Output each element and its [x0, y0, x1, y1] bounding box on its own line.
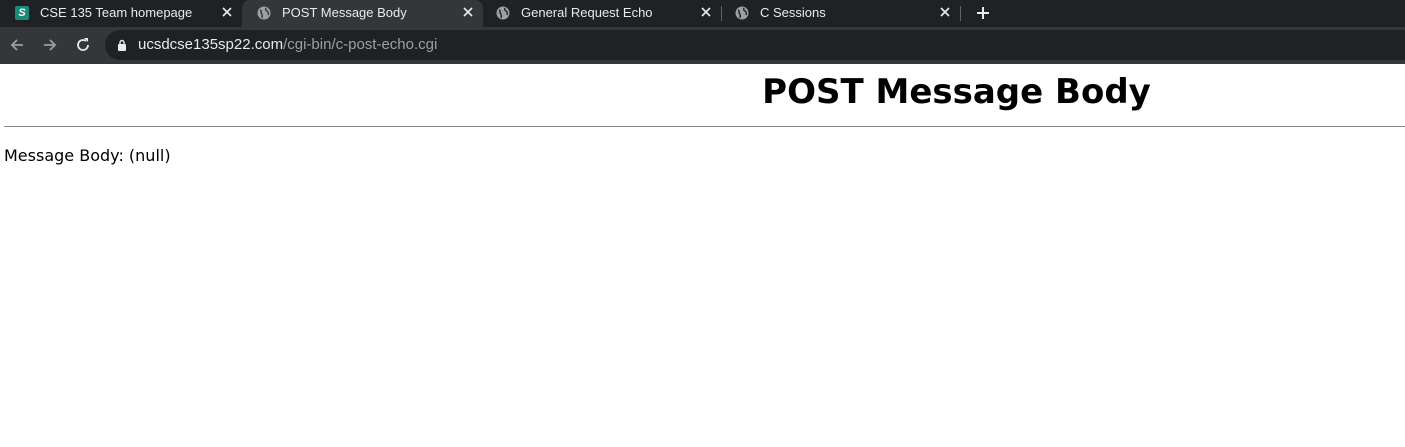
arrow-left-icon [10, 39, 23, 51]
tab-title: POST Message Body [282, 5, 407, 20]
plus-icon [977, 7, 989, 19]
site-s-icon: S [15, 6, 29, 20]
tab-c-sessions[interactable]: C Sessions [720, 0, 960, 27]
url-path: /cgi-bin/c-post-echo.cgi [283, 36, 438, 53]
close-icon[interactable] [461, 5, 475, 19]
tab-general-request-echo[interactable]: General Request Echo [481, 0, 721, 27]
address-bar[interactable]: ucsdcse135sp22.com/cgi-bin/c-post-echo.c… [105, 30, 1405, 60]
url-text: ucsdcse135sp22.com/cgi-bin/c-post-echo.c… [138, 36, 437, 53]
forward-button[interactable] [40, 35, 60, 55]
toolbar: ucsdcse135sp22.com/cgi-bin/c-post-echo.c… [0, 27, 1405, 64]
reload-button[interactable] [73, 35, 93, 55]
globe-icon [496, 6, 510, 20]
close-icon[interactable] [220, 5, 234, 19]
reload-icon [77, 38, 89, 51]
tab-post-message-body[interactable]: POST Message Body [242, 0, 483, 27]
tab-title: C Sessions [760, 5, 826, 20]
tab-strip: S CSE 135 Team homepage POST Message Bod… [0, 0, 1405, 27]
lock-icon [118, 39, 126, 51]
arrow-right-icon [44, 39, 57, 51]
globe-icon [735, 6, 749, 20]
url-host: ucsdcse135sp22.com [138, 36, 284, 53]
tab-title: General Request Echo [521, 5, 653, 20]
globe-icon [257, 6, 271, 20]
close-icon[interactable] [699, 5, 713, 19]
browser-window: S CSE 135 Team homepage POST Message Bod… [0, 0, 1405, 447]
back-button[interactable] [7, 35, 27, 55]
tab-separator [960, 6, 961, 21]
tab-cse135-homepage[interactable]: S CSE 135 Team homepage [0, 0, 242, 27]
new-tab-button[interactable] [972, 2, 994, 24]
page-title: POST Message Body [762, 72, 1151, 112]
close-icon[interactable] [938, 5, 952, 19]
message-body-text: Message Body: (null) [4, 146, 171, 165]
page-content: POST Message Body Message Body: (null) [0, 64, 1405, 447]
tab-title: CSE 135 Team homepage [40, 5, 193, 20]
divider [4, 126, 1405, 127]
